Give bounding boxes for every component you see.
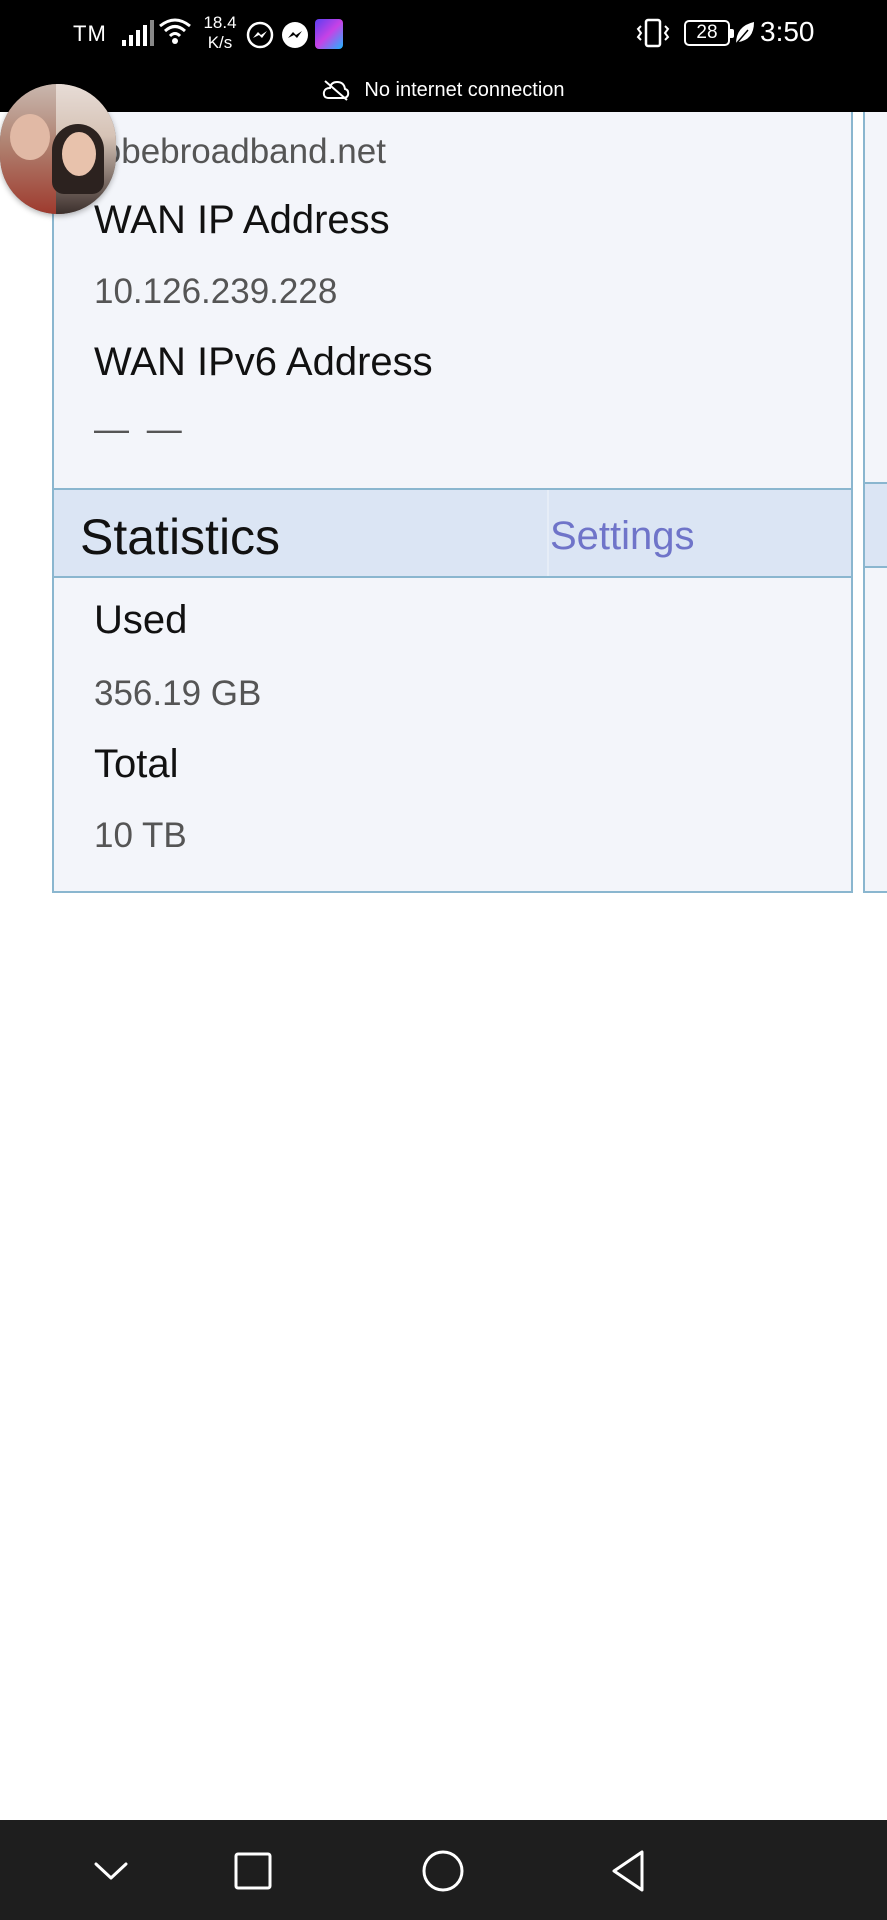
navigation-bar <box>0 1820 887 1920</box>
signal-icon <box>122 20 154 46</box>
messenger-icon <box>282 22 308 48</box>
status-bar: TM 18.4 K/s 28 3:50 No internet connecti… <box>0 0 887 112</box>
no-internet-text: No internet connection <box>364 78 565 101</box>
chat-head-avatar[interactable] <box>0 84 116 214</box>
used-label: Used <box>94 598 188 642</box>
wan-ipv6-value: — — <box>94 410 186 449</box>
network-speed: 18.4 K/s <box>200 13 240 53</box>
battery-icon: 28 <box>684 20 734 46</box>
back-icon[interactable] <box>608 1848 654 1894</box>
home-icon[interactable] <box>420 1848 466 1894</box>
app-icon <box>315 19 343 49</box>
carrier-label: TM <box>73 21 107 46</box>
header-divider <box>547 490 549 576</box>
router-status-page: lobebroadband.net WAN IP Address 10.126.… <box>0 112 887 1820</box>
isp-domain-value: lobebroadband.net <box>94 132 386 171</box>
statistics-header: Statistics Settings <box>54 488 851 578</box>
wan-ip-value: 10.126.239.228 <box>94 272 338 311</box>
connection-card: lobebroadband.net WAN IP Address 10.126.… <box>52 112 853 893</box>
recents-icon[interactable] <box>230 1848 276 1894</box>
no-internet-banner: No internet connection <box>0 74 887 106</box>
avatar-left-face <box>10 114 50 160</box>
network-speed-unit: K/s <box>207 33 233 52</box>
vibrate-icon <box>636 18 670 48</box>
hide-keyboard-icon[interactable] <box>88 1848 134 1894</box>
settings-link[interactable]: Settings <box>550 514 695 559</box>
messenger-icon <box>246 21 274 49</box>
statistics-title: Statistics <box>80 509 281 565</box>
wifi-icon <box>159 18 191 44</box>
battery-saver-leaf-icon <box>735 22 754 45</box>
wan-ip-label: WAN IP Address <box>94 198 390 242</box>
total-value: 10 TB <box>94 816 187 855</box>
network-speed-value: 18.4 <box>203 13 237 32</box>
cloud-off-icon <box>323 80 350 101</box>
used-value: 356.19 GB <box>94 674 262 713</box>
total-label: Total <box>94 742 179 786</box>
adjacent-card-header <box>865 482 887 568</box>
avatar-right-face <box>62 132 96 176</box>
clock: 3:50 <box>760 16 815 47</box>
wan-ipv6-label: WAN IPv6 Address <box>94 340 433 384</box>
adjacent-card-edge <box>863 112 887 893</box>
